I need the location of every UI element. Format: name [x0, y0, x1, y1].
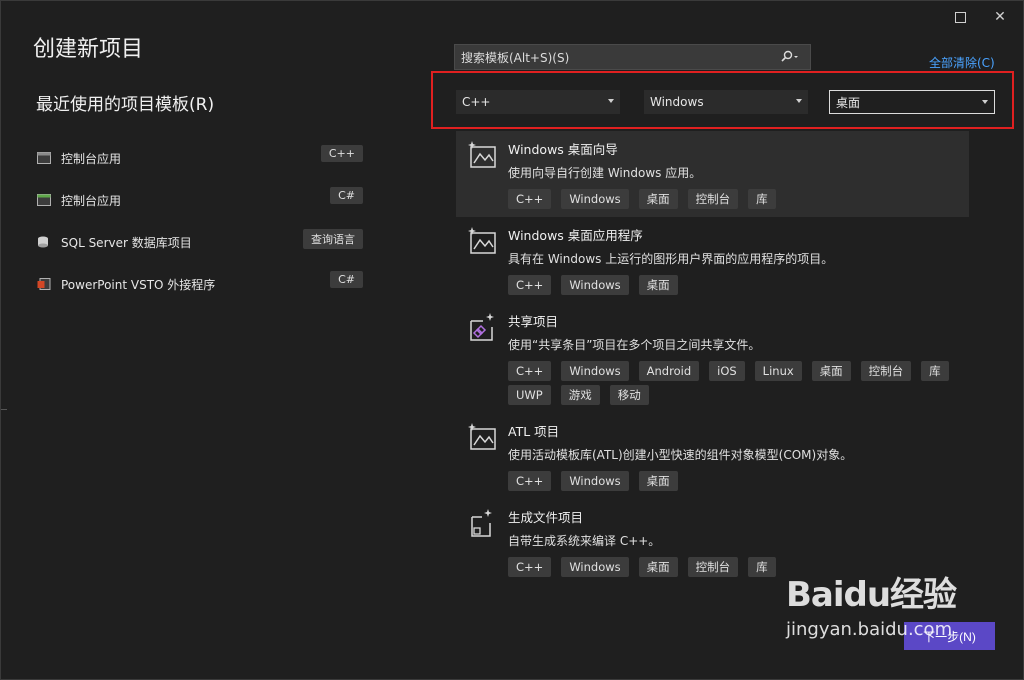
tag: 移动 [609, 385, 649, 405]
language-tag: C++ [320, 145, 363, 162]
template-makefile-project[interactable]: 生成文件项目 自带生成系统来编译 C++。 C++ Windows 桌面 控制台… [456, 499, 969, 585]
recent-templates-list: 控制台应用 C++ 控制台应用 C# SQL Server 数据库项目 查询语言 [37, 137, 367, 305]
database-project-icon [38, 236, 48, 248]
recent-item-console-cpp[interactable]: 控制台应用 C++ [37, 137, 367, 179]
language-tag: C# [330, 187, 363, 204]
tag: 库 [748, 189, 776, 209]
create-project-dialog: ✕ 创建新项目 最近使用的项目模板(R) 控制台应用 C++ 控制台应用 C# [0, 0, 1024, 680]
template-tags: C++ Windows Android iOS Linux 桌面 控制台 库 U… [508, 361, 969, 409]
recent-item-label: 控制台应用 [61, 151, 122, 166]
chevron-down-icon [608, 99, 614, 103]
baidu-jingyan-watermark: Baidu经验 jingyan.baidu.com [786, 575, 1011, 661]
search-placeholder: 搜索模板(Alt+S)(S) [461, 50, 570, 65]
template-name: ATL 项目 [508, 424, 560, 439]
tag: 库 [921, 361, 949, 381]
language-filter-value: C++ [462, 95, 491, 109]
shared-project-icon [470, 313, 494, 341]
close-icon: ✕ [994, 9, 1006, 25]
divider [1, 409, 7, 418]
console-app-icon [37, 152, 51, 164]
tag: C++ [508, 361, 552, 381]
tag: 控制台 [687, 189, 739, 209]
tag: 桌面 [638, 275, 678, 295]
tag: 控制台 [687, 557, 739, 577]
template-name: 生成文件项目 [508, 510, 584, 525]
tag: 桌面 [638, 189, 678, 209]
tag: Linux [754, 361, 802, 381]
console-app-icon [37, 194, 51, 206]
tag: 库 [748, 557, 776, 577]
tag: Windows [561, 275, 629, 295]
tag: Windows [561, 189, 629, 209]
maximize-icon [954, 11, 966, 23]
project-type-filter-value: 桌面 [836, 95, 861, 110]
template-description: 使用“共享条目”项目在多个项目之间共享文件。 [508, 338, 761, 352]
tag: Android [638, 361, 700, 381]
watermark-url: jingyan.baidu.com [786, 619, 953, 640]
tag: 桌面 [638, 471, 678, 491]
tag: C++ [508, 557, 552, 577]
recent-item-powerpoint-vsto[interactable]: PowerPoint VSTO 外接程序 C# [37, 263, 367, 305]
language-tag: 查询语言 [303, 229, 363, 249]
template-tags: C++ Windows 桌面 [508, 275, 969, 299]
powerpoint-addin-icon [37, 278, 51, 290]
platform-filter-dropdown[interactable]: Windows [644, 90, 808, 114]
tag: Windows [561, 471, 629, 491]
template-search-input[interactable]: 搜索模板(Alt+S)(S) [454, 44, 811, 70]
atl-project-icon [468, 423, 496, 450]
language-tag: C# [330, 271, 363, 288]
tag: C++ [508, 275, 552, 295]
template-windows-desktop-wizard[interactable]: Windows 桌面向导 使用向导自行创建 Windows 应用。 C++ Wi… [456, 131, 969, 217]
template-tags: C++ Windows 桌面 控制台 库 [508, 189, 969, 213]
desktop-wizard-icon [468, 141, 496, 168]
tag: C++ [508, 471, 552, 491]
tag: Windows [561, 557, 629, 577]
template-atl-project[interactable]: ATL 项目 使用活动模板库(ATL)创建小型快速的组件对象模型(COM)对象。… [456, 413, 969, 499]
template-list: Windows 桌面向导 使用向导自行创建 Windows 应用。 C++ Wi… [456, 131, 969, 585]
template-description: 使用向导自行创建 Windows 应用。 [508, 166, 702, 180]
template-name: Windows 桌面应用程序 [508, 228, 643, 243]
template-description: 自带生成系统来编译 C++。 [508, 534, 661, 548]
template-tags: C++ Windows 桌面 [508, 471, 969, 495]
recent-item-label: 控制台应用 [61, 193, 122, 208]
platform-filter-value: Windows [650, 95, 704, 109]
tag: 游戏 [560, 385, 600, 405]
chevron-down-icon [796, 99, 802, 103]
recent-item-label: PowerPoint VSTO 外接程序 [61, 277, 216, 292]
language-filter-dropdown[interactable]: C++ [456, 90, 620, 114]
template-name: Windows 桌面向导 [508, 142, 618, 157]
tag: C++ [508, 189, 552, 209]
page-title: 创建新项目 [33, 37, 144, 62]
tag: 控制台 [860, 361, 912, 381]
recent-item-label: SQL Server 数据库项目 [61, 235, 192, 250]
template-shared-project[interactable]: 共享项目 使用“共享条目”项目在多个项目之间共享文件。 C++ Windows … [456, 303, 969, 413]
search-button[interactable] [778, 48, 802, 66]
tag: 桌面 [811, 361, 851, 381]
maximize-button[interactable] [947, 7, 973, 27]
tag: UWP [508, 385, 551, 405]
clear-all-link[interactable]: 全部清除(C) [929, 54, 995, 71]
recent-item-sql-server[interactable]: SQL Server 数据库项目 查询语言 [37, 221, 367, 263]
tag: iOS [709, 361, 745, 381]
template-description: 具有在 Windows 上运行的图形用户界面的应用程序的项目。 [508, 252, 834, 266]
makefile-project-icon [471, 509, 492, 537]
search-icon [781, 50, 798, 62]
recent-templates-heading: 最近使用的项目模板(R) [36, 95, 215, 115]
tag: Windows [561, 361, 629, 381]
chevron-down-icon [982, 100, 988, 104]
template-windows-desktop-app[interactable]: Windows 桌面应用程序 具有在 Windows 上运行的图形用户界面的应用… [456, 217, 969, 303]
project-type-filter-dropdown[interactable]: 桌面 [829, 90, 995, 114]
desktop-app-icon [468, 227, 496, 254]
template-name: 共享项目 [508, 314, 559, 329]
close-button[interactable]: ✕ [987, 7, 1013, 27]
watermark-logo-text: Baidu经验 [786, 575, 957, 615]
recent-item-console-csharp[interactable]: 控制台应用 C# [37, 179, 367, 221]
tag: 桌面 [638, 557, 678, 577]
template-description: 使用活动模板库(ATL)创建小型快速的组件对象模型(COM)对象。 [508, 448, 853, 462]
